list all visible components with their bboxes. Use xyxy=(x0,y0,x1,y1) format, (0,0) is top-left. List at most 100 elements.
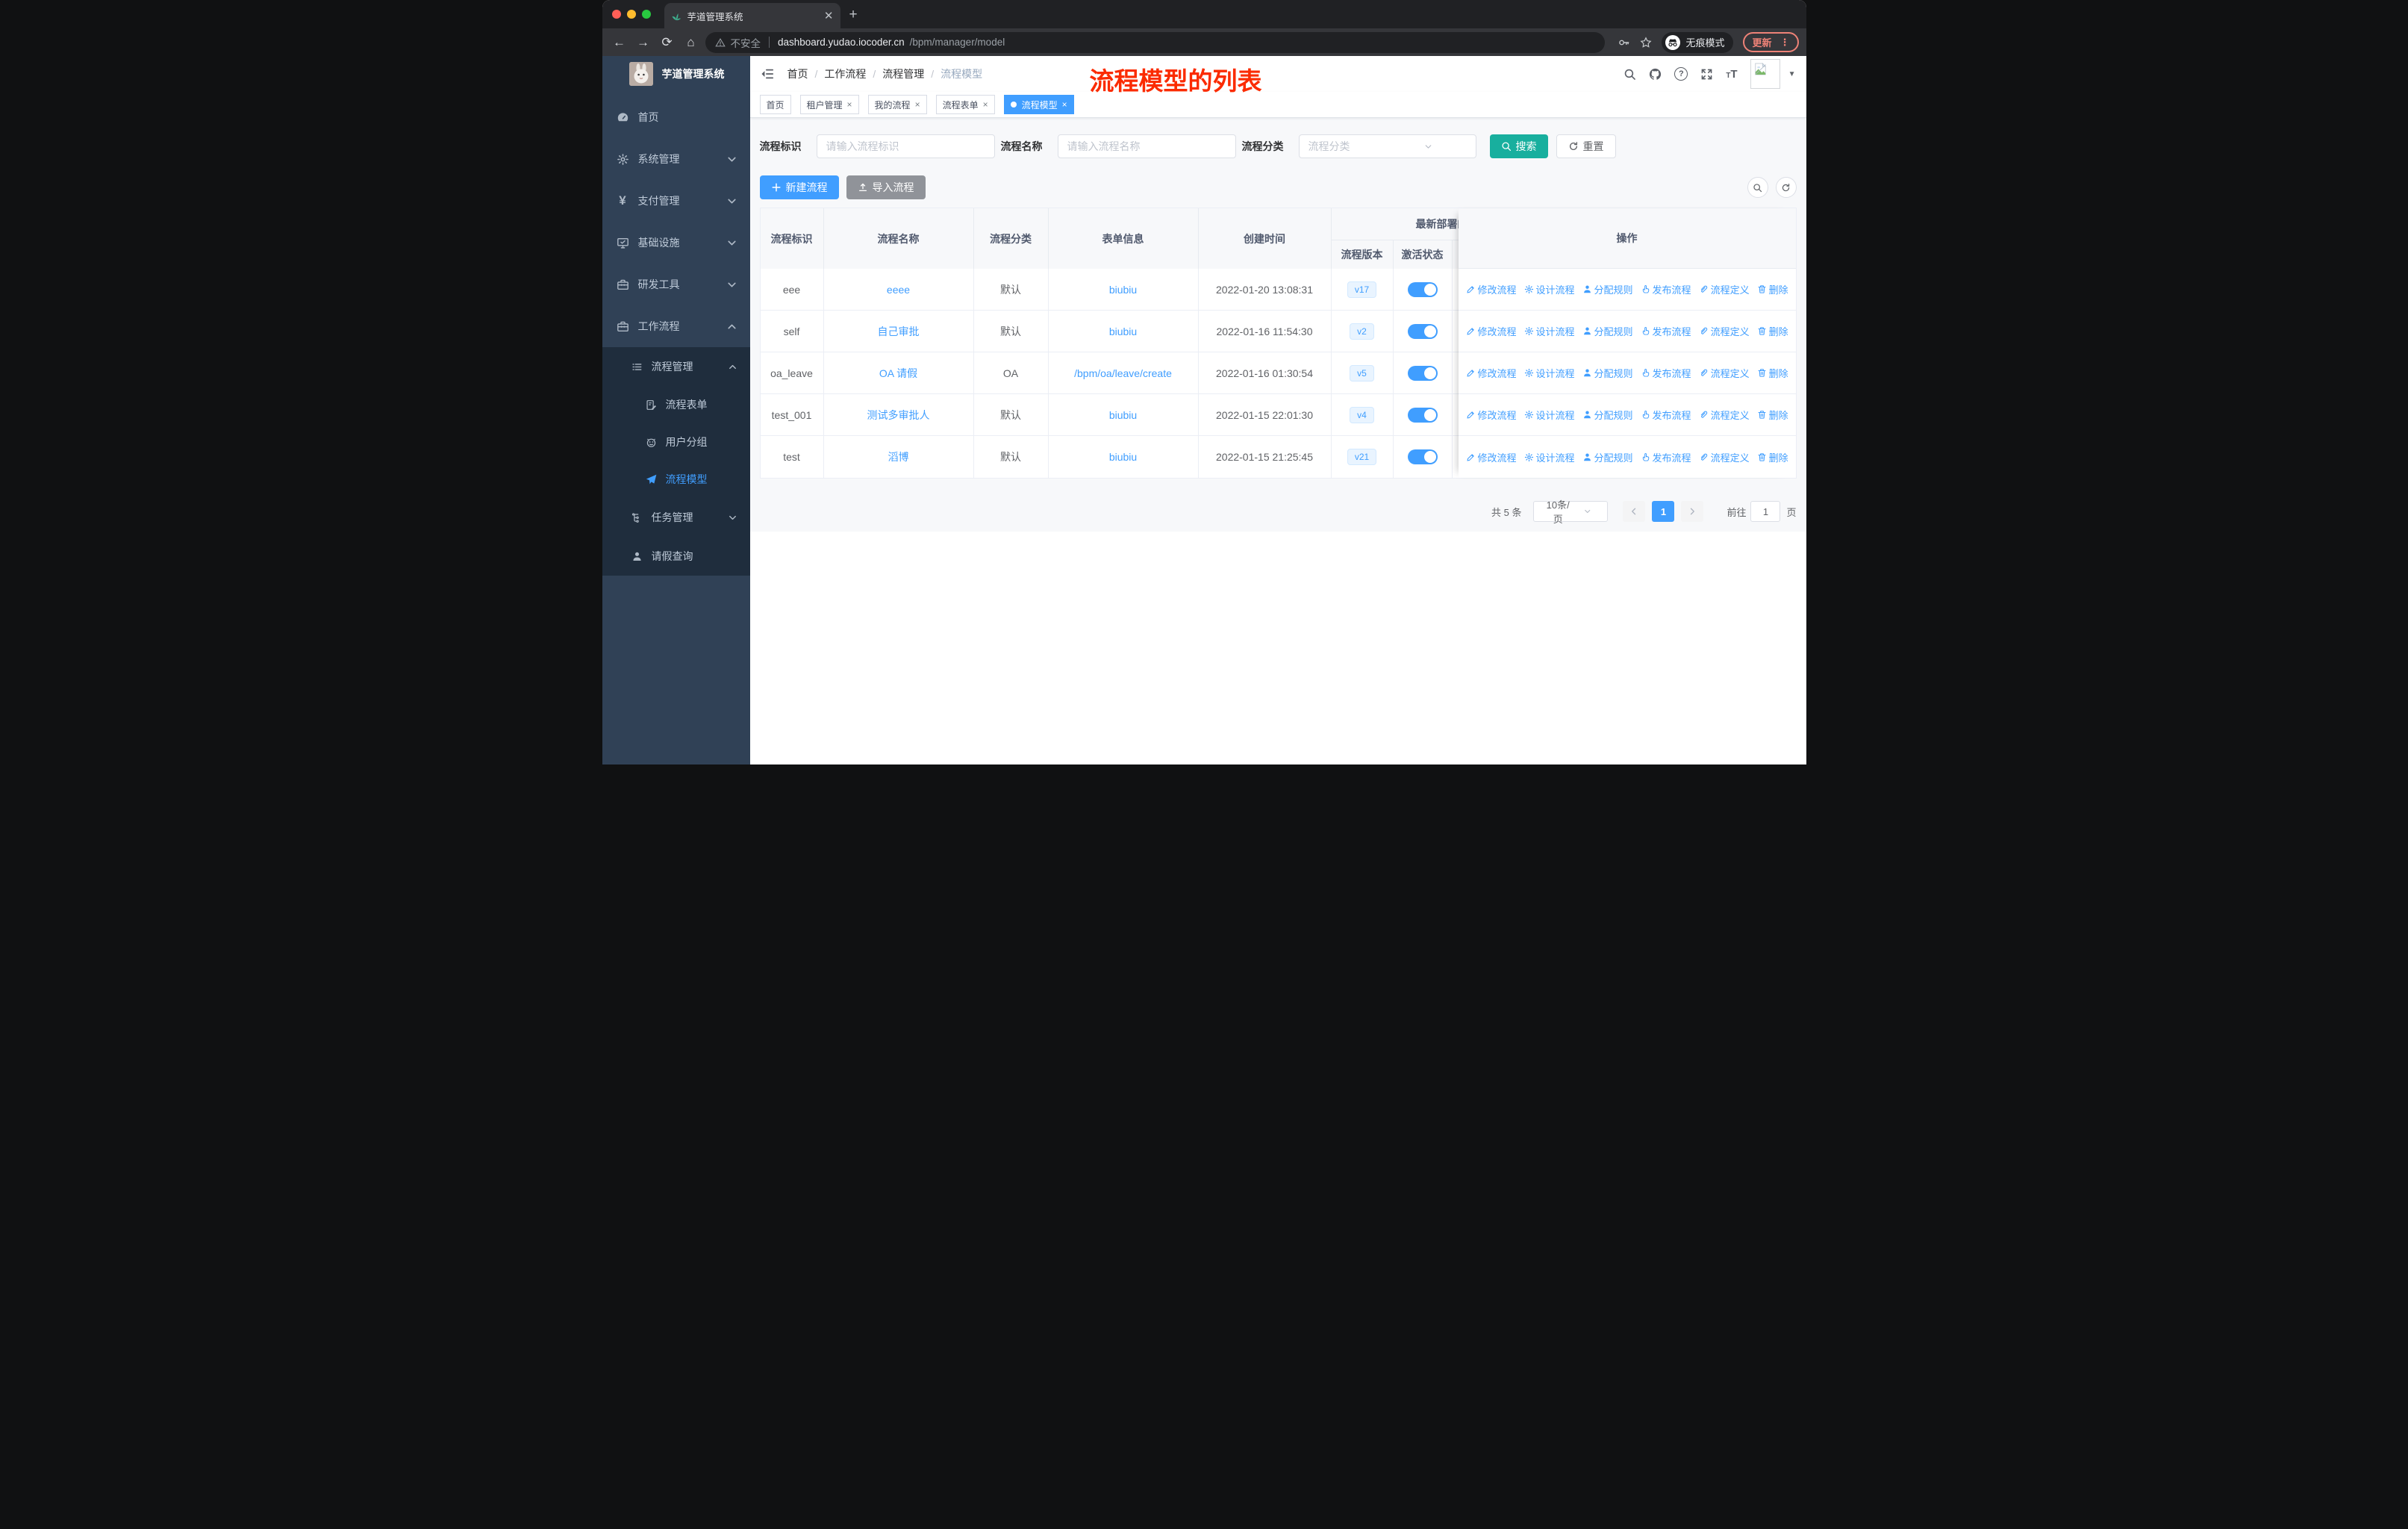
process-name-link[interactable]: eeee xyxy=(887,284,910,296)
process-name-link[interactable]: 测试多审批人 xyxy=(867,408,930,423)
edit-action-link[interactable]: 修改流程 xyxy=(1466,282,1517,296)
new-tab-button[interactable]: + xyxy=(849,7,858,23)
minimize-window-button[interactable] xyxy=(626,10,636,19)
home-icon[interactable]: ⌂ xyxy=(681,35,701,50)
reload-icon[interactable]: ⟳ xyxy=(658,35,677,50)
design-action-link[interactable]: 设计流程 xyxy=(1524,324,1575,338)
definition-action-link[interactable]: 流程定义 xyxy=(1699,366,1750,380)
assign-rule-action-link[interactable]: 分配规则 xyxy=(1582,366,1633,380)
process-name-link[interactable]: 滔博 xyxy=(888,449,909,464)
tag-tenant-mgmt[interactable]: 租户管理 × xyxy=(799,95,859,114)
publish-action-link[interactable]: 发布流程 xyxy=(1641,324,1691,338)
publish-action-link[interactable]: 发布流程 xyxy=(1641,282,1691,296)
assign-rule-action-link[interactable]: 分配规则 xyxy=(1582,408,1633,422)
github-icon[interactable] xyxy=(1649,68,1662,81)
import-process-button[interactable]: 导入流程 xyxy=(846,175,926,199)
delete-action-link[interactable]: 删除 xyxy=(1757,282,1788,296)
breadcrumb-item[interactable]: 首页 xyxy=(787,66,808,81)
definition-action-link[interactable]: 流程定义 xyxy=(1699,450,1750,464)
delete-action-link[interactable]: 删除 xyxy=(1757,450,1788,464)
tag-close-icon[interactable]: × xyxy=(1062,99,1067,110)
assign-rule-action-link[interactable]: 分配规则 xyxy=(1582,282,1633,296)
sidebar-item-infrastructure[interactable]: 基础设施 xyxy=(602,222,750,264)
definition-action-link[interactable]: 流程定义 xyxy=(1699,408,1750,422)
goto-page-input[interactable] xyxy=(1750,501,1781,522)
assign-rule-action-link[interactable]: 分配规则 xyxy=(1582,450,1633,464)
activation-toggle[interactable] xyxy=(1407,323,1438,339)
search-icon[interactable] xyxy=(1623,68,1636,81)
delete-action-link[interactable]: 删除 xyxy=(1757,324,1788,338)
avatar-caret-icon[interactable]: ▼ xyxy=(1788,70,1796,78)
sidebar-item-payment-mgmt[interactable]: ¥ 支付管理 xyxy=(602,180,750,222)
design-action-link[interactable]: 设计流程 xyxy=(1524,366,1575,380)
activation-toggle[interactable] xyxy=(1407,407,1438,423)
tag-my-process[interactable]: 我的流程 × xyxy=(867,95,927,114)
help-icon[interactable]: ? xyxy=(1674,67,1688,81)
design-action-link[interactable]: 设计流程 xyxy=(1524,450,1575,464)
breadcrumb-item[interactable]: 流程管理 xyxy=(882,66,924,81)
prev-page-button[interactable] xyxy=(1623,501,1646,522)
breadcrumb-item[interactable]: 工作流程 xyxy=(824,66,866,81)
sidebar-item-process-mgmt[interactable]: 流程管理 xyxy=(602,347,750,386)
browser-tab[interactable]: 芋道管理系统 ✕ xyxy=(664,3,840,28)
sidebar-item-task-mgmt[interactable]: 任务管理 xyxy=(602,498,750,537)
sidebar-item-process-form[interactable]: 流程表单 xyxy=(602,386,750,423)
refresh-table-button[interactable] xyxy=(1775,177,1797,198)
reset-button[interactable]: 重置 xyxy=(1556,134,1616,158)
design-action-link[interactable]: 设计流程 xyxy=(1524,408,1575,422)
browser-update-button[interactable]: 更新 ⋮ xyxy=(1743,32,1799,52)
delete-action-link[interactable]: 删除 xyxy=(1757,366,1788,380)
sidebar-item-workflow[interactable]: 工作流程 xyxy=(602,305,750,347)
sidebar-item-process-model[interactable]: 流程模型 xyxy=(602,461,750,498)
bookmark-star-icon[interactable] xyxy=(1640,36,1652,49)
close-window-button[interactable] xyxy=(611,10,621,19)
logo[interactable]: 芋道管理系统 xyxy=(602,56,750,92)
activation-toggle[interactable] xyxy=(1407,449,1438,464)
sidebar-item-leave-query[interactable]: 请假查询 xyxy=(602,537,750,576)
edit-action-link[interactable]: 修改流程 xyxy=(1466,324,1517,338)
assign-rule-action-link[interactable]: 分配规则 xyxy=(1582,324,1633,338)
process-name-link[interactable]: 自己审批 xyxy=(878,324,920,339)
forward-icon[interactable]: → xyxy=(634,35,653,50)
tag-home[interactable]: 首页 xyxy=(759,95,791,114)
search-button[interactable]: 搜索 xyxy=(1489,134,1548,158)
design-action-link[interactable]: 设计流程 xyxy=(1524,282,1575,296)
tag-process-model[interactable]: 流程模型 × xyxy=(1003,95,1074,114)
current-page-button[interactable]: 1 xyxy=(1652,501,1675,522)
tag-close-icon[interactable]: × xyxy=(915,99,920,110)
maximize-window-button[interactable] xyxy=(641,10,651,19)
browser-menu-icon[interactable]: ⋮ xyxy=(1780,37,1790,49)
toggle-search-button[interactable] xyxy=(1747,177,1768,198)
publish-action-link[interactable]: 发布流程 xyxy=(1641,450,1691,464)
form-info-link[interactable]: /bpm/oa/leave/create xyxy=(1074,367,1172,379)
window-controls[interactable] xyxy=(611,10,651,19)
page-size-select[interactable]: 10条/页 xyxy=(1533,499,1609,525)
activation-toggle[interactable] xyxy=(1407,281,1438,297)
process-key-input[interactable] xyxy=(816,134,995,158)
form-info-link[interactable]: biubiu xyxy=(1109,284,1137,296)
definition-action-link[interactable]: 流程定义 xyxy=(1699,282,1750,296)
form-info-link[interactable]: biubiu xyxy=(1109,409,1137,421)
sidebar-item-home[interactable]: 首页 xyxy=(602,96,750,138)
tab-close-icon[interactable]: ✕ xyxy=(824,10,834,22)
process-name-link[interactable]: OA 请假 xyxy=(879,366,917,381)
key-icon[interactable] xyxy=(1618,37,1630,49)
next-page-button[interactable] xyxy=(1681,501,1704,522)
edit-action-link[interactable]: 修改流程 xyxy=(1466,450,1517,464)
fullscreen-icon[interactable] xyxy=(1700,68,1713,81)
create-process-button[interactable]: 新建流程 xyxy=(759,175,839,199)
tag-process-form[interactable]: 流程表单 × xyxy=(935,95,995,114)
process-category-select[interactable]: 流程分类 xyxy=(1298,134,1476,158)
form-info-link[interactable]: biubiu xyxy=(1109,326,1137,337)
back-icon[interactable]: ← xyxy=(610,35,629,50)
edit-action-link[interactable]: 修改流程 xyxy=(1466,366,1517,380)
publish-action-link[interactable]: 发布流程 xyxy=(1641,366,1691,380)
address-bar[interactable]: 不安全 dashboard.yudao.iocoder.cn/bpm/manag… xyxy=(705,31,1606,53)
avatar[interactable] xyxy=(1750,59,1780,89)
tag-close-icon[interactable]: × xyxy=(847,99,852,110)
process-name-input[interactable] xyxy=(1057,134,1236,158)
definition-action-link[interactable]: 流程定义 xyxy=(1699,324,1750,338)
sidebar-item-dev-tools[interactable]: 研发工具 xyxy=(602,264,750,305)
form-info-link[interactable]: biubiu xyxy=(1109,451,1137,463)
sidebar-item-system-mgmt[interactable]: 系统管理 xyxy=(602,138,750,180)
